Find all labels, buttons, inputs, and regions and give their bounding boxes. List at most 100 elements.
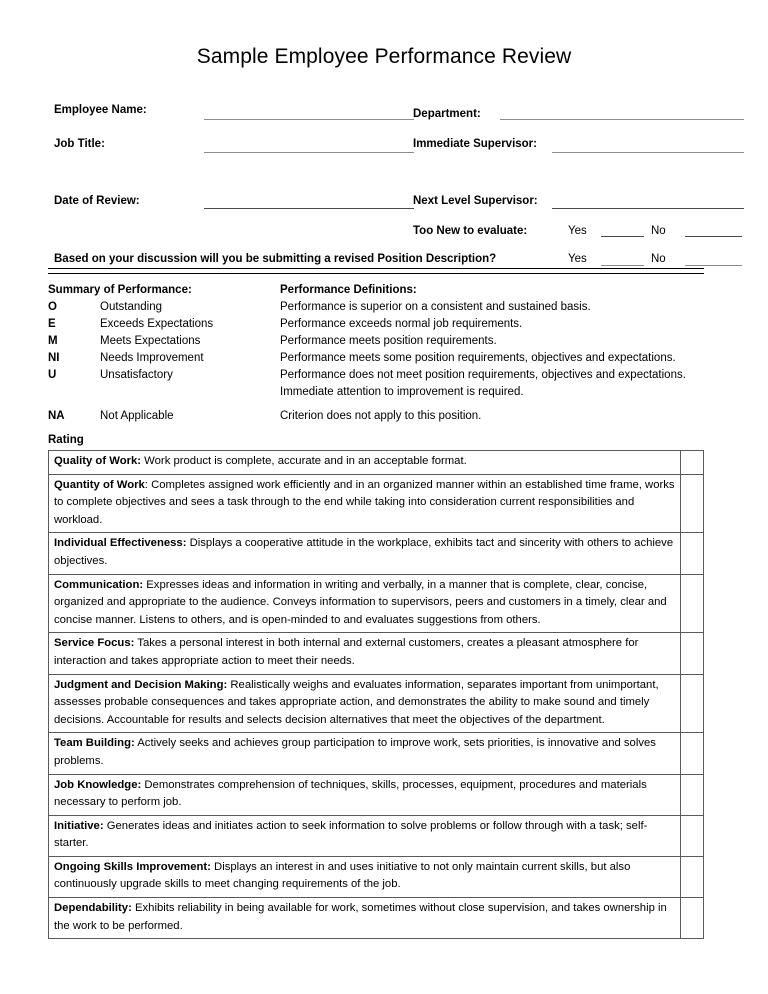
job-title-label: Job Title: <box>54 138 105 150</box>
criterion-cell: Quantity of Work: Completes assigned wor… <box>48 473 681 534</box>
criterion-description: Expresses ideas and information in writi… <box>54 578 667 626</box>
definition-row: O Outstanding Performance is superior on… <box>48 301 738 318</box>
definition-row: U Unsatisfactory Performance does not me… <box>48 369 738 386</box>
criterion-cell: Quality of Work: Work product is complet… <box>48 450 681 475</box>
criterion-cell: Ongoing Skills Improvement: Displays an … <box>48 855 681 899</box>
too-new-yes-label: Yes <box>568 225 587 237</box>
criterion-score-input[interactable] <box>680 855 704 899</box>
rating-code: U <box>48 369 57 381</box>
revised-pd-no-label: No <box>651 253 666 265</box>
table-row: Initiative: Generates ideas and initiate… <box>48 814 704 857</box>
revised-position-description-question: Based on your discussion will you be sub… <box>54 253 497 265</box>
criterion-name: Job Knowledge: <box>54 778 142 791</box>
criterion-score-input[interactable] <box>680 673 704 734</box>
rating-label: Exceeds Expectations <box>100 318 214 330</box>
criterion-name: Initiative: <box>54 819 104 832</box>
summary-of-performance-heading: Summary of Performance: <box>48 284 192 296</box>
criterion-description: Generates ideas and initiates action to … <box>54 819 648 850</box>
table-row: Team Building: Actively seeks and achiev… <box>48 732 704 775</box>
criterion-score-input[interactable] <box>680 732 704 775</box>
criterion-cell: Judgment and Decision Making: Realistica… <box>48 673 681 734</box>
criterion-name: Judgment and Decision Making: <box>54 678 228 691</box>
definitions-header-row: Summary of Performance: Performance Defi… <box>48 284 738 301</box>
next-level-supervisor-label: Next Level Supervisor: <box>413 195 538 207</box>
definition-row: M Meets Expectations Performance meets p… <box>48 335 738 352</box>
criterion-score-input[interactable] <box>680 773 704 816</box>
criterion-score-input[interactable] <box>680 814 704 857</box>
rating-label: Outstanding <box>100 301 163 313</box>
table-row: Quantity of Work: Completes assigned wor… <box>48 473 704 534</box>
criterion-name: Ongoing Skills Improvement: <box>54 860 211 873</box>
too-new-no-field-line[interactable] <box>685 236 742 237</box>
too-new-to-evaluate-label: Too New to evaluate: <box>413 225 528 237</box>
criterion-score-input[interactable] <box>680 532 704 575</box>
criterion-name: Quantity of Work <box>54 478 145 491</box>
rating-definition: Performance does not meet position requi… <box>280 369 686 381</box>
criterion-cell: Dependability: Exhibits reliability in b… <box>48 897 681 940</box>
table-row: Individual Effectiveness: Displays a coo… <box>48 532 704 575</box>
definition-row: E Exceeds Expectations Performance excee… <box>48 318 738 335</box>
criterion-cell: Individual Effectiveness: Displays a coo… <box>48 532 681 575</box>
criterion-cell: Initiative: Generates ideas and initiate… <box>48 814 681 857</box>
criterion-score-input[interactable] <box>680 573 704 634</box>
rating-code: M <box>48 335 58 347</box>
too-new-yes-field-line[interactable] <box>601 236 644 237</box>
table-row: Communication: Expresses ideas and infor… <box>48 573 704 634</box>
rating-definition: Performance exceeds normal job requireme… <box>280 318 523 330</box>
criterion-description: Actively seeks and achieves group partic… <box>54 737 656 767</box>
performance-definitions-block: Summary of Performance: Performance Defi… <box>48 284 738 427</box>
department-label: Department: <box>413 108 481 120</box>
revised-pd-yes-label: Yes <box>568 253 587 265</box>
definition-row: NA Not Applicable Criterion does not app… <box>48 410 738 427</box>
criterion-name: Dependability: <box>54 902 132 915</box>
revised-pd-yes-field-line[interactable] <box>601 265 644 266</box>
too-new-no-label: No <box>651 225 666 237</box>
date-of-review-field-line[interactable] <box>204 208 414 209</box>
table-row: Dependability: Exhibits reliability in b… <box>48 897 704 940</box>
criterion-name: Team Building: <box>54 737 135 750</box>
employee-name-field-line[interactable] <box>204 119 414 120</box>
criterion-description: : Completes assigned work efficiently an… <box>54 478 675 526</box>
revised-pd-no-field-line[interactable] <box>685 265 742 266</box>
table-row: Ongoing Skills Improvement: Displays an … <box>48 855 704 899</box>
criterion-cell: Team Building: Actively seeks and achiev… <box>48 732 681 775</box>
definition-row: NI Needs Improvement Performance meets s… <box>48 352 738 369</box>
rating-code: E <box>48 318 56 330</box>
criterion-score-input[interactable] <box>680 450 704 475</box>
date-of-review-label: Date of Review: <box>54 195 140 207</box>
immediate-supervisor-label: Immediate Supervisor: <box>413 138 537 150</box>
table-row: Service Focus: Takes a personal interest… <box>48 632 704 675</box>
criterion-description: Work product is complete, accurate and i… <box>141 455 467 467</box>
rating-definition: Criterion does not apply to this positio… <box>280 410 482 422</box>
next-level-supervisor-field-line[interactable] <box>552 208 744 209</box>
rating-definition: Performance meets position requirements. <box>280 335 497 347</box>
rating-definition: Immediate attention to improvement is re… <box>280 386 524 398</box>
rating-definition: Performance meets some position requirem… <box>280 352 676 364</box>
immediate-supervisor-field-line[interactable] <box>552 152 744 153</box>
rating-label: Not Applicable <box>100 410 174 422</box>
rating-code: NI <box>48 352 60 364</box>
table-row: Judgment and Decision Making: Realistica… <box>48 673 704 734</box>
criterion-description: Takes a personal interest in both intern… <box>54 637 639 667</box>
rating-label: Meets Expectations <box>100 335 201 347</box>
table-row: Quality of Work: Work product is complet… <box>48 450 704 475</box>
criterion-description: Demonstrates comprehension of techniques… <box>54 778 647 809</box>
criterion-cell: Service Focus: Takes a personal interest… <box>48 632 681 675</box>
criterion-score-input[interactable] <box>680 632 704 675</box>
criterion-name: Service Focus: <box>54 637 135 650</box>
job-title-field-line[interactable] <box>204 152 414 153</box>
criterion-cell: Job Knowledge: Demonstrates comprehensio… <box>48 773 681 816</box>
document-page: Sample Employee Performance Review Emplo… <box>0 0 768 994</box>
performance-definitions-heading: Performance Definitions: <box>280 284 417 296</box>
rating-criteria-table: Quality of Work: Work product is complet… <box>48 450 704 940</box>
criterion-cell: Communication: Expresses ideas and infor… <box>48 573 681 634</box>
rating-label: Needs Improvement <box>100 352 204 364</box>
section-divider <box>48 268 704 274</box>
criterion-score-input[interactable] <box>680 473 704 534</box>
criterion-name: Quality of Work: <box>54 455 142 467</box>
rating-code: O <box>48 301 57 313</box>
criterion-score-input[interactable] <box>680 897 704 940</box>
page-title: Sample Employee Performance Review <box>196 45 572 68</box>
criterion-name: Individual Effectiveness: <box>54 537 187 550</box>
department-field-line[interactable] <box>500 119 744 120</box>
